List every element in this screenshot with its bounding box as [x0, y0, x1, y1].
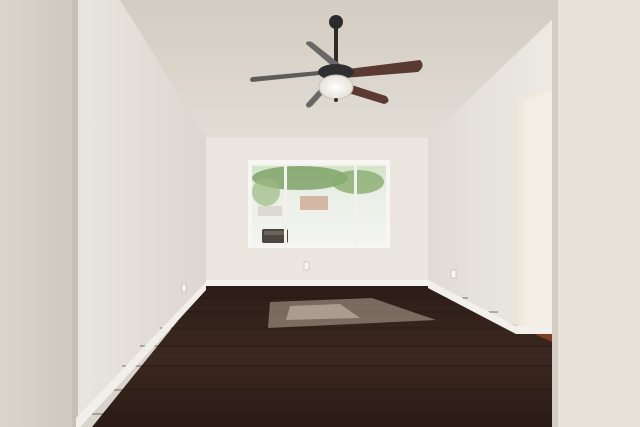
left-pillar [0, 0, 76, 427]
tree-foliage [252, 178, 280, 206]
electrical-outlet [181, 283, 187, 293]
window-sill [248, 248, 390, 251]
electrical-outlet [303, 261, 310, 271]
electrical-outlet [450, 269, 457, 279]
neighbor-house [300, 196, 328, 210]
fan-canopy [329, 15, 343, 29]
doorway-inner-wall [524, 88, 556, 330]
neighbor-house [258, 206, 282, 216]
tree-foliage [332, 170, 384, 194]
window-mullion [354, 164, 357, 246]
pull-chain [334, 98, 338, 102]
baseboard [206, 280, 428, 286]
right-pillar [554, 0, 640, 427]
right-pillar-edge [552, 0, 558, 427]
room-photo [0, 0, 640, 427]
window-mullion [284, 164, 287, 246]
left-pillar-edge [72, 0, 78, 427]
light-fixture [318, 74, 354, 100]
window [248, 160, 390, 251]
